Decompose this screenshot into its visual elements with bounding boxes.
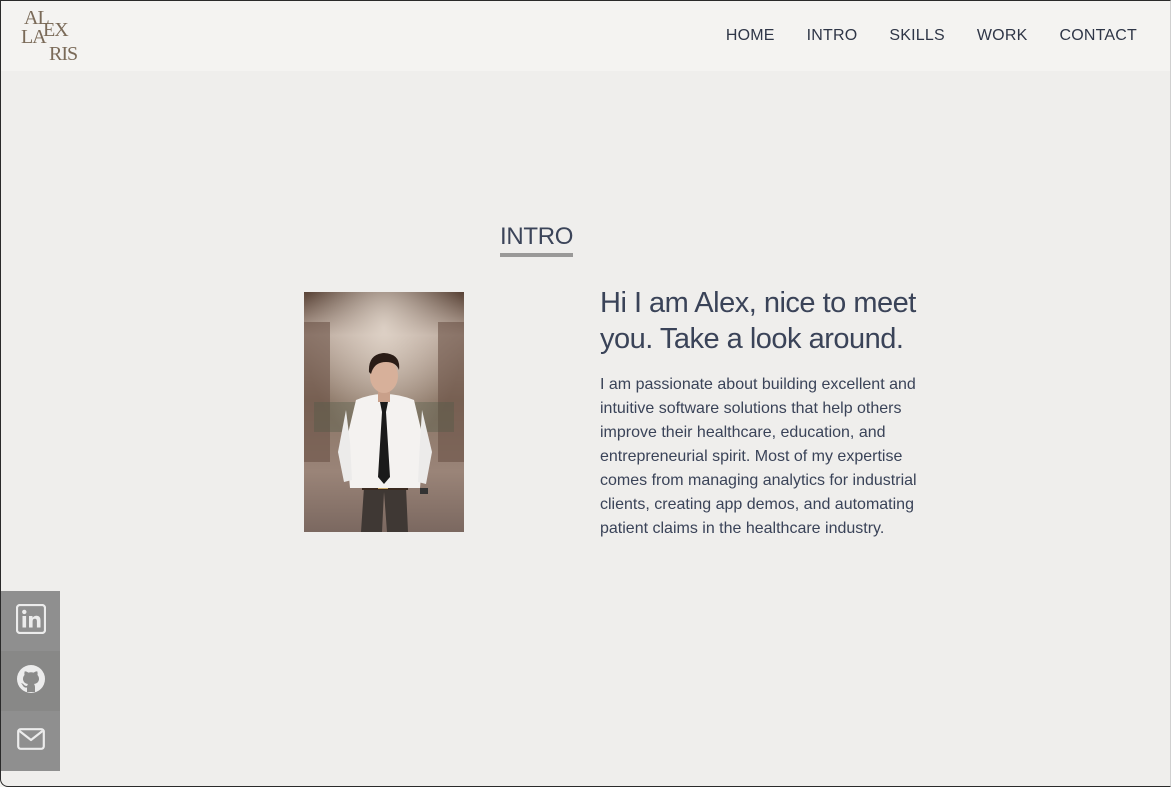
- nav-contact[interactable]: CONTACT: [1059, 27, 1137, 45]
- nav-skills[interactable]: SKILLS: [889, 27, 944, 45]
- email-button[interactable]: [1, 711, 60, 771]
- linkedin-button[interactable]: [1, 591, 60, 651]
- site-logo[interactable]: AL LA EX RIS: [21, 7, 85, 65]
- profile-photo: [304, 292, 464, 532]
- linkedin-icon: [15, 603, 46, 639]
- nav-work[interactable]: WORK: [977, 27, 1028, 45]
- intro-heading: Hi I am Alex, nice to meet you. Take a l…: [600, 287, 916, 355]
- github-icon: [16, 664, 46, 699]
- nav-intro[interactable]: INTRO: [807, 27, 858, 45]
- main-nav: HOME INTRO SKILLS WORK CONTACT: [726, 27, 1137, 45]
- logo-text-ex: EX: [43, 19, 69, 41]
- social-links: [1, 591, 60, 771]
- page-frame: AL LA EX RIS HOME INTRO SKILLS WORK CONT…: [0, 0, 1171, 787]
- nav-home[interactable]: HOME: [726, 27, 775, 45]
- logo-text-ris: RIS: [49, 43, 78, 65]
- intro-bio: I am passionate about building excellent…: [600, 376, 917, 537]
- mail-icon: [16, 727, 45, 755]
- navbar: AL LA EX RIS HOME INTRO SKILLS WORK CONT…: [1, 1, 1170, 71]
- github-button[interactable]: [1, 651, 60, 711]
- section-title-intro: INTRO: [500, 223, 573, 257]
- logo-text-la: LA: [21, 26, 47, 48]
